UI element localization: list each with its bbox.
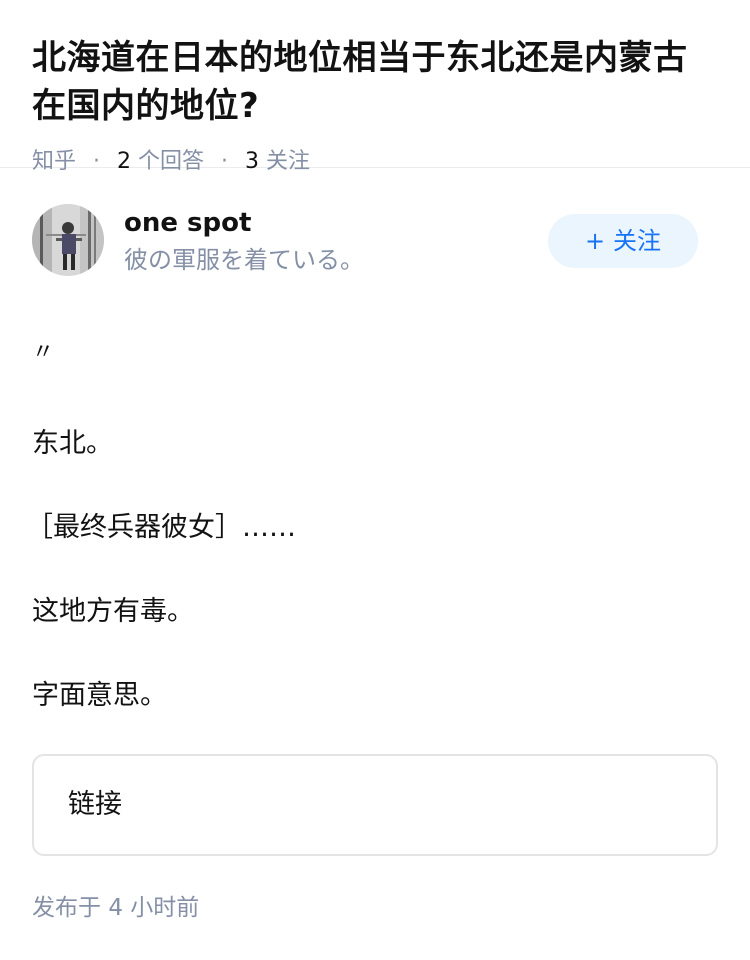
meta-separator: ·: [221, 149, 229, 174]
source-label[interactable]: 知乎: [32, 149, 76, 174]
follower-count: 3: [245, 149, 260, 174]
answer-page: 北海道在日本的地位相当于东北还是内蒙古在国内的地位? 知乎 · 2 个回答 · …: [0, 0, 750, 960]
avatar[interactable]: [32, 204, 104, 276]
publish-time-value: 4 小时前: [108, 895, 200, 921]
question-title[interactable]: 北海道在日本的地位相当于东北还是内蒙古在国内的地位?: [32, 34, 718, 130]
answer-count: 2: [117, 149, 132, 174]
author-info: one spot 彼の軍服を着ている。 + 关注: [32, 204, 718, 316]
answer-paragraph: 这地方有毒。: [32, 596, 194, 627]
link-card[interactable]: 链接: [32, 754, 718, 856]
follow-button[interactable]: + 关注: [548, 214, 698, 268]
publish-prefix: 发布于: [32, 895, 101, 921]
question-header: 北海道在日本的地位相当于东北还是内蒙古在国内的地位? 知乎 · 2 个回答 · …: [0, 0, 750, 174]
answer-paragraph: ［最终兵器彼女］……: [26, 512, 296, 543]
avatar-image: [32, 204, 104, 276]
publish-time: 发布于 4 小时前: [32, 892, 199, 924]
link-card-label: 链接: [68, 789, 122, 820]
answer-paragraph: 东北。: [32, 428, 113, 459]
answer-paragraph: 字面意思。: [32, 680, 167, 711]
follower-count-label[interactable]: 关注: [266, 149, 310, 174]
author-bio: 彼の軍服を着ている。: [124, 246, 364, 274]
quote-mark: 〃: [32, 340, 55, 365]
follow-button-label: 关注: [613, 227, 662, 255]
author-name[interactable]: one spot: [124, 206, 251, 240]
answer-count-label[interactable]: 个回答: [138, 149, 204, 174]
plus-icon: +: [584, 227, 606, 255]
meta-separator: ·: [93, 149, 101, 174]
question-meta: 知乎 · 2 个回答 · 3 关注: [32, 146, 718, 178]
